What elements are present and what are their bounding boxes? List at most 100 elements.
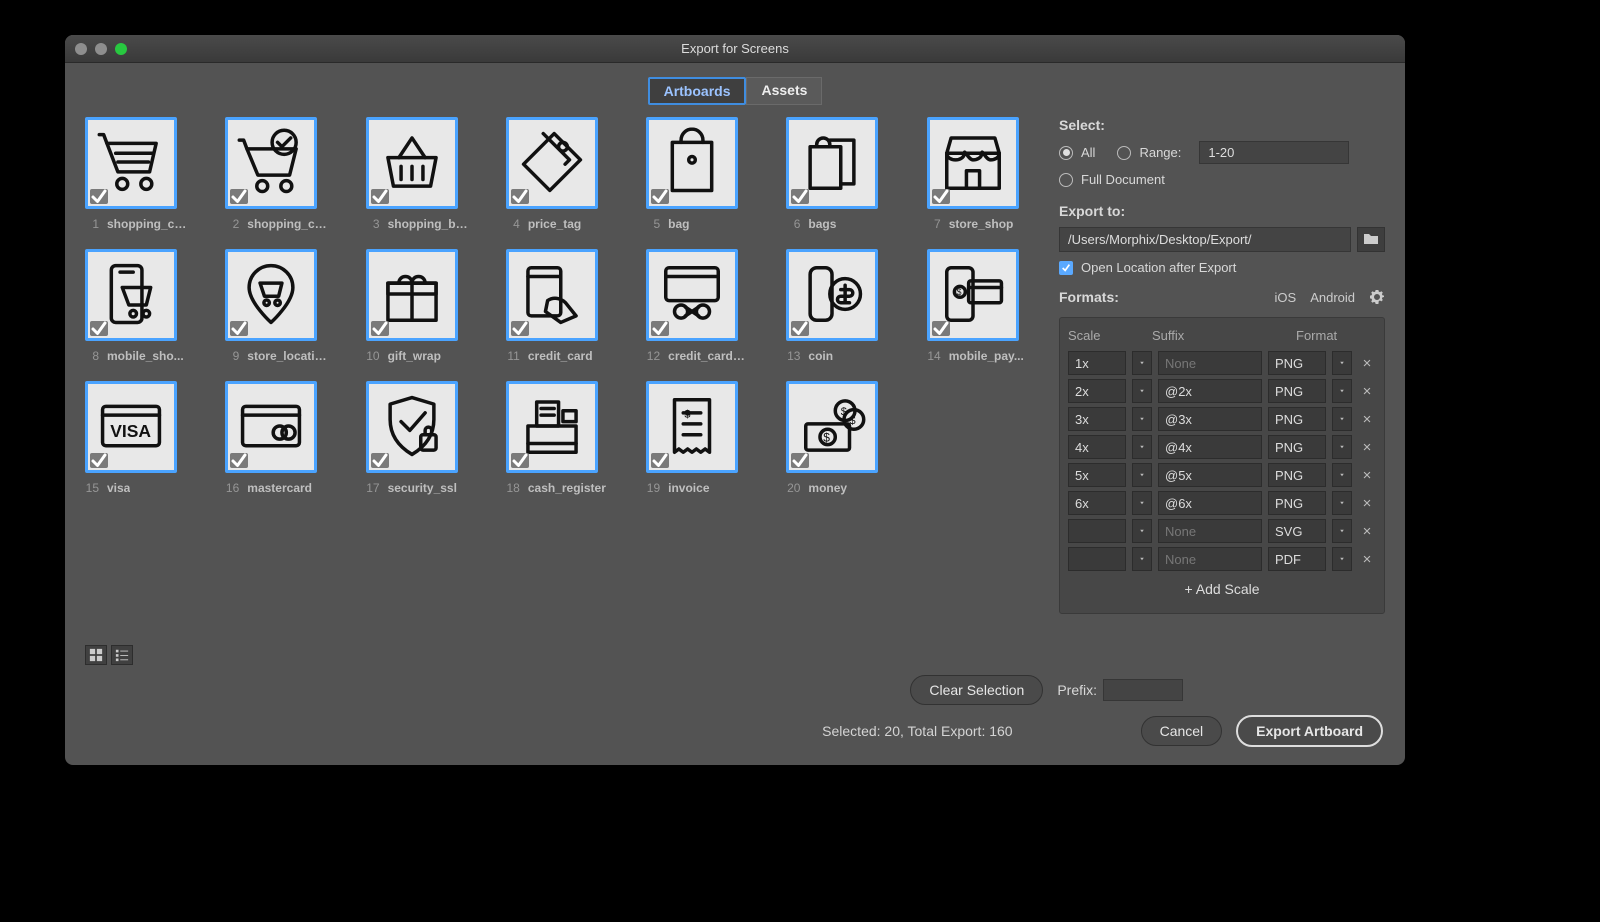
scale-select[interactable]: 6x — [1068, 491, 1126, 515]
remove-row-button[interactable]: × — [1358, 383, 1376, 400]
format-select[interactable]: PNG — [1268, 351, 1326, 375]
chevron-down-icon[interactable] — [1332, 407, 1352, 431]
scale-select[interactable]: 3x — [1068, 407, 1126, 431]
artboard-thumb[interactable]: VISA — [85, 381, 177, 473]
suffix-input[interactable]: @3x — [1158, 407, 1262, 431]
format-row: 4x @4x PNG × — [1068, 433, 1376, 461]
artboard-name: money — [808, 481, 847, 495]
artboard-name: credit_card — [528, 349, 593, 363]
artboard-thumb[interactable] — [85, 249, 177, 341]
list-view-button[interactable] — [111, 645, 133, 665]
chevron-down-icon[interactable] — [1332, 379, 1352, 403]
artboard-name: bag — [668, 217, 689, 231]
format-select[interactable]: PNG — [1268, 435, 1326, 459]
artboard-thumb[interactable] — [506, 249, 598, 341]
gear-icon[interactable] — [1369, 289, 1385, 305]
artboard-thumb[interactable]: $ — [927, 249, 1019, 341]
chevron-down-icon[interactable] — [1332, 351, 1352, 375]
format-select[interactable]: PDF — [1268, 547, 1326, 571]
selected-checkmark-icon — [791, 189, 809, 204]
prefix-input[interactable] — [1103, 679, 1183, 701]
export-artboard-button[interactable]: Export Artboard — [1236, 715, 1383, 747]
scale-select[interactable]: 1x — [1068, 351, 1126, 375]
format-select[interactable]: PNG — [1268, 407, 1326, 431]
chevron-down-icon[interactable] — [1132, 463, 1152, 487]
scale-select[interactable]: 4x — [1068, 435, 1126, 459]
remove-row-button[interactable]: × — [1358, 411, 1376, 428]
cancel-button[interactable]: Cancel — [1141, 716, 1223, 746]
chevron-down-icon[interactable] — [1132, 379, 1152, 403]
artboard-thumb[interactable]: $ — [646, 381, 738, 473]
chevron-down-icon[interactable] — [1132, 519, 1152, 543]
android-link[interactable]: Android — [1310, 290, 1355, 305]
artboard-thumb[interactable] — [85, 117, 177, 209]
suffix-input[interactable]: None — [1158, 547, 1262, 571]
chevron-down-icon[interactable] — [1132, 491, 1152, 515]
chevron-down-icon[interactable] — [1132, 435, 1152, 459]
radio-all[interactable] — [1059, 146, 1073, 160]
format-row: 2x @2x PNG × — [1068, 377, 1376, 405]
chevron-down-icon[interactable] — [1332, 519, 1352, 543]
format-select[interactable]: PNG — [1268, 463, 1326, 487]
tab-artboards[interactable]: Artboards — [648, 77, 747, 105]
artboard-thumb[interactable] — [927, 117, 1019, 209]
range-input[interactable] — [1199, 141, 1349, 164]
artboard-thumb[interactable] — [646, 117, 738, 209]
suffix-input[interactable]: @5x — [1158, 463, 1262, 487]
chevron-down-icon[interactable] — [1332, 435, 1352, 459]
artboard-thumb[interactable] — [225, 249, 317, 341]
artboard-thumb[interactable]: $$$ — [786, 381, 878, 473]
artboard-thumb[interactable] — [786, 249, 878, 341]
chevron-down-icon[interactable] — [1132, 547, 1152, 571]
export-path-input[interactable] — [1059, 227, 1351, 252]
scale-select[interactable]: 5x — [1068, 463, 1126, 487]
radio-range[interactable] — [1117, 146, 1131, 160]
ios-link[interactable]: iOS — [1275, 290, 1297, 305]
artboard-name: cash_register — [528, 481, 606, 495]
chevron-down-icon[interactable] — [1332, 463, 1352, 487]
chevron-down-icon[interactable] — [1332, 491, 1352, 515]
remove-row-button[interactable]: × — [1358, 467, 1376, 484]
remove-row-button[interactable]: × — [1358, 495, 1376, 512]
artboard-thumb[interactable] — [225, 381, 317, 473]
chevron-down-icon[interactable] — [1132, 407, 1152, 431]
suffix-input[interactable]: None — [1158, 351, 1262, 375]
scale-select[interactable]: 2x — [1068, 379, 1126, 403]
scale-select[interactable] — [1068, 519, 1126, 543]
suffix-input[interactable]: @2x — [1158, 379, 1262, 403]
artboard-name: mastercard — [247, 481, 312, 495]
remove-row-button[interactable]: × — [1358, 355, 1376, 372]
scale-select[interactable] — [1068, 547, 1126, 571]
folder-icon — [1363, 231, 1379, 248]
suffix-input[interactable]: @6x — [1158, 491, 1262, 515]
format-select[interactable]: PNG — [1268, 491, 1326, 515]
remove-row-button[interactable]: × — [1358, 523, 1376, 540]
artboard-thumb[interactable] — [506, 381, 598, 473]
tab-assets[interactable]: Assets — [746, 77, 822, 105]
clear-selection-button[interactable]: Clear Selection — [910, 675, 1043, 705]
remove-row-button[interactable]: × — [1358, 439, 1376, 456]
artboard-thumb[interactable] — [786, 117, 878, 209]
remove-row-button[interactable]: × — [1358, 551, 1376, 568]
artboard-thumb[interactable] — [646, 249, 738, 341]
format-select[interactable]: PNG — [1268, 379, 1326, 403]
format-row: 3x @3x PNG × — [1068, 405, 1376, 433]
browse-folder-button[interactable] — [1357, 227, 1385, 252]
chevron-down-icon[interactable] — [1332, 547, 1352, 571]
artboard-thumb[interactable] — [366, 117, 458, 209]
add-scale-button[interactable]: + Add Scale — [1068, 573, 1376, 605]
artboard-thumb[interactable] — [366, 249, 458, 341]
artboard-thumb[interactable] — [366, 381, 458, 473]
grid-view-button[interactable] — [85, 645, 107, 665]
radio-full-document[interactable] — [1059, 173, 1073, 187]
format-select[interactable]: SVG — [1268, 519, 1326, 543]
artboard-thumb[interactable] — [225, 117, 317, 209]
suffix-input[interactable]: @4x — [1158, 435, 1262, 459]
open-location-checkbox[interactable] — [1059, 261, 1073, 275]
selected-checkmark-icon — [651, 453, 669, 468]
selected-checkmark-icon — [90, 189, 108, 204]
chevron-down-icon[interactable] — [1132, 351, 1152, 375]
artboard-thumb[interactable] — [506, 117, 598, 209]
selected-checkmark-icon — [371, 321, 389, 336]
suffix-input[interactable]: None — [1158, 519, 1262, 543]
